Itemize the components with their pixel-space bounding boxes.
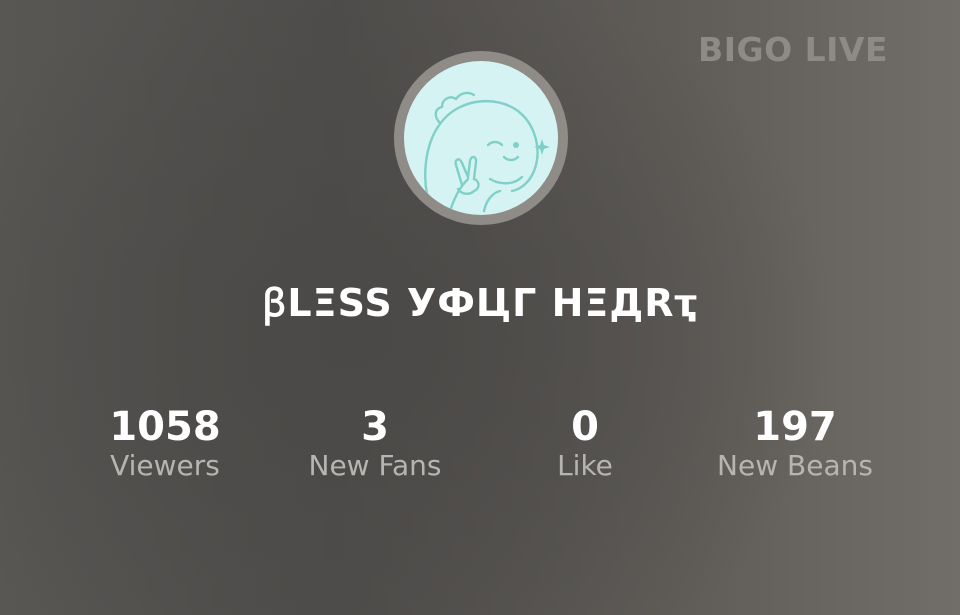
stat-value: 0: [571, 404, 599, 450]
mascot-avatar-icon: [424, 91, 550, 213]
stat-label: New Beans: [717, 449, 873, 482]
stat-label: Like: [557, 449, 613, 482]
brand-logo: BIGO LIVE: [698, 30, 888, 69]
stat-new-fans: 3 New Fans: [265, 404, 485, 482]
stat-new-beans: 197 New Beans: [685, 404, 905, 482]
stat-viewers: 1058 Viewers: [55, 404, 275, 482]
avatar[interactable]: [404, 61, 558, 215]
stat-value: 1058: [109, 404, 221, 450]
avatar-ring[interactable]: [394, 51, 568, 225]
stat-label: New Fans: [308, 449, 442, 482]
stat-value: 197: [753, 404, 837, 450]
username: ꞵLΞSS УФЦГ HΞДRҭ: [262, 281, 698, 325]
stat-value: 3: [361, 404, 389, 450]
stat-like: 0 Like: [475, 404, 695, 482]
stat-label: Viewers: [110, 449, 220, 482]
